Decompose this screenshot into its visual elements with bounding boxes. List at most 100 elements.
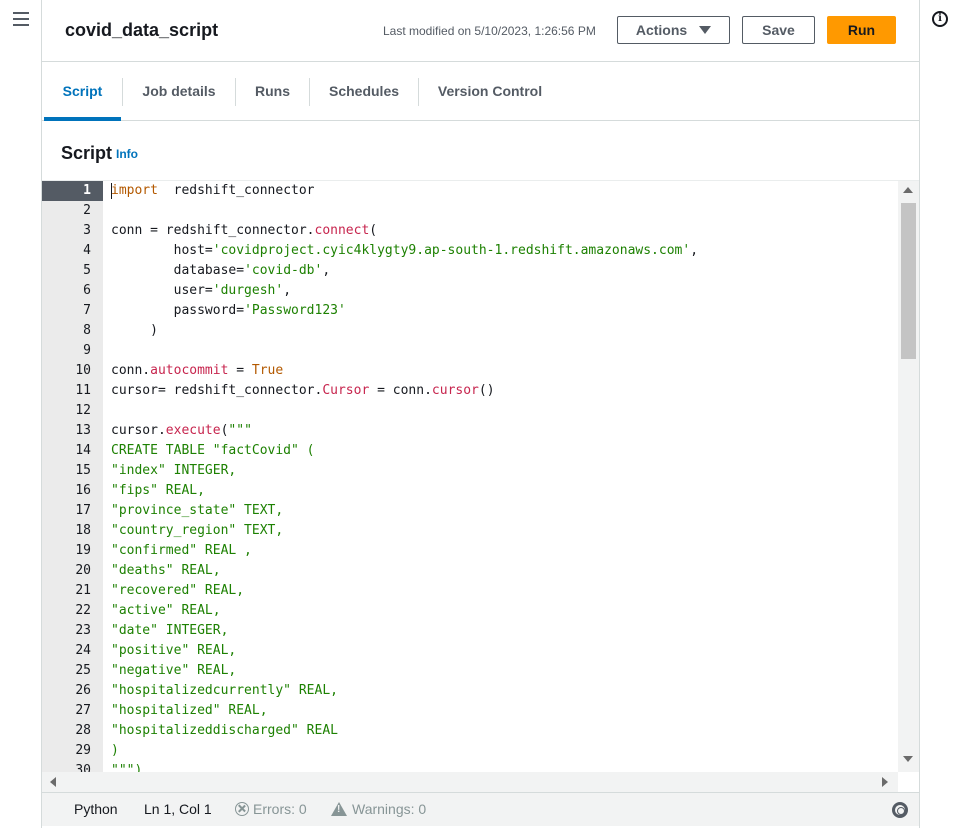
code-line[interactable]: "confirmed" REAL ,: [103, 541, 898, 561]
main-panel: covid_data_script Last modified on 5/10/…: [42, 0, 919, 828]
code-line[interactable]: [103, 341, 898, 361]
errors-count: Errors: 0: [253, 801, 307, 817]
gear-icon[interactable]: [892, 802, 908, 818]
code-line[interactable]: database='covid-db',: [103, 261, 898, 281]
code-token: execute: [165, 423, 221, 438]
code-line[interactable]: conn = redshift_connector.connect(: [103, 221, 898, 241]
last-modified-text: Last modified on 5/10/2023, 1:26:56 PM: [383, 24, 596, 38]
code-token: "country_region" TEXT,: [111, 523, 284, 538]
line-number: 1: [42, 181, 103, 201]
code-editor[interactable]: 1 2 3 4 5 6 7 8 9 10 11 12 13 14 15 16 17 18 19 20 21 22 23 24 2…: [42, 180, 919, 772]
line-number: 29: [75, 743, 91, 758]
line-number: 24: [75, 643, 91, 658]
code-token: "fips" REAL,: [111, 483, 205, 498]
code-line[interactable]: "active" REAL,: [103, 601, 898, 621]
code-line[interactable]: "index" INTEGER,: [103, 461, 898, 481]
scroll-right-icon[interactable]: [882, 777, 888, 787]
line-number: 2: [83, 203, 91, 218]
code-line[interactable]: "hospitalized" REAL,: [103, 701, 898, 721]
code-token: password=: [111, 303, 245, 318]
code-line[interactable]: host='covidproject.cyic4klygty9.ap-south…: [103, 241, 898, 261]
actions-dropdown-button[interactable]: Actions: [617, 16, 730, 44]
tab-job-details[interactable]: Job details: [124, 62, 234, 120]
tab-script[interactable]: Script: [44, 62, 121, 121]
line-number: 12: [75, 403, 91, 418]
language-indicator: Python: [74, 801, 118, 817]
code-line[interactable]: ): [103, 741, 898, 761]
save-button[interactable]: Save: [742, 16, 815, 44]
errors-indicator[interactable]: Errors: 0: [235, 801, 307, 817]
code-token: "hospitalizedcurrently" REAL,: [111, 683, 338, 698]
code-token: =: [228, 363, 252, 378]
code-token: 'durgesh': [212, 283, 284, 298]
code-token: "positive" REAL,: [111, 643, 237, 658]
code-token: "active" REAL,: [111, 603, 221, 618]
vertical-scrollbar[interactable]: [898, 181, 919, 772]
code-line[interactable]: "hospitalizeddischarged" REAL: [103, 721, 898, 741]
tab-runs[interactable]: Runs: [237, 62, 308, 120]
warnings-indicator[interactable]: Warnings: 0: [331, 801, 426, 817]
code-token: ): [111, 743, 119, 758]
code-token: "confirmed" REAL ,: [111, 543, 252, 558]
tab-version-control[interactable]: Version Control: [420, 62, 560, 120]
code-token: CREATE TABLE "factCovid" (: [111, 443, 315, 458]
line-number: 21: [75, 583, 91, 598]
code-line[interactable]: cursor= redshift_connector.Cursor = conn…: [103, 381, 898, 401]
line-number: 23: [75, 623, 91, 638]
code-token: 'Password123': [244, 303, 346, 318]
info-icon[interactable]: i: [932, 11, 948, 27]
code-line[interactable]: conn.autocommit = True: [103, 361, 898, 381]
warnings-count: Warnings: 0: [352, 801, 427, 817]
code-text-area[interactable]: import redshift_connectorconn = redshift…: [103, 181, 898, 772]
scroll-up-icon[interactable]: [903, 187, 913, 193]
code-line[interactable]: "recovered" REAL,: [103, 581, 898, 601]
code-line[interactable]: "country_region" TEXT,: [103, 521, 898, 541]
line-number: 6: [83, 283, 91, 298]
code-line[interactable]: "fips" REAL,: [103, 481, 898, 501]
code-token: cursor.: [111, 423, 166, 438]
code-line[interactable]: cursor.execute(""": [103, 421, 898, 441]
code-line[interactable]: """): [103, 761, 898, 772]
tab-schedules[interactable]: Schedules: [311, 62, 417, 120]
code-line[interactable]: ): [103, 321, 898, 341]
code-token: "province_state" TEXT,: [111, 503, 284, 518]
code-line[interactable]: "province_state" TEXT,: [103, 501, 898, 521]
code-line[interactable]: "negative" REAL,: [103, 661, 898, 681]
info-link[interactable]: Info: [116, 147, 138, 161]
code-token: user=: [111, 283, 213, 298]
code-token: conn = redshift_connector.: [111, 223, 315, 238]
code-line[interactable]: "hospitalizedcurrently" REAL,: [103, 681, 898, 701]
script-section-header: Script Info: [42, 121, 919, 181]
code-token: "index" INTEGER,: [111, 463, 237, 478]
code-line[interactable]: user='durgesh',: [103, 281, 898, 301]
line-number: 18: [75, 523, 91, 538]
code-line[interactable]: "deaths" REAL,: [103, 561, 898, 581]
code-line[interactable]: password='Password123': [103, 301, 898, 321]
code-token: """): [111, 763, 143, 772]
line-number: 7: [83, 303, 91, 318]
line-number: 11: [75, 383, 91, 398]
code-token: True: [251, 363, 284, 378]
line-number-gutter: 1 2 3 4 5 6 7 8 9 10 11 12 13 14 15 16 17 18 19 20 21 22 23 24 2…: [42, 181, 103, 772]
vertical-scroll-thumb[interactable]: [901, 203, 916, 359]
run-button[interactable]: Run: [827, 16, 896, 44]
code-token: (: [369, 223, 378, 238]
hamburger-icon[interactable]: [13, 12, 29, 26]
code-token: database=: [111, 263, 245, 278]
horizontal-scrollbar[interactable]: [42, 772, 898, 792]
actions-label: Actions: [635, 22, 688, 38]
line-number: 13: [75, 423, 91, 438]
code-token: redshift_connector: [157, 183, 315, 198]
tab-bar: Script Job details Runs Schedules Versio…: [42, 62, 919, 121]
code-line[interactable]: import redshift_connector: [103, 181, 898, 201]
scroll-left-icon[interactable]: [50, 777, 56, 787]
code-token: (): [478, 383, 495, 398]
code-line[interactable]: CREATE TABLE "factCovid" (: [103, 441, 898, 461]
code-line[interactable]: [103, 201, 898, 221]
code-line[interactable]: "positive" REAL,: [103, 641, 898, 661]
line-number: 26: [75, 683, 91, 698]
code-token: ,: [283, 283, 292, 298]
scroll-down-icon[interactable]: [903, 756, 913, 762]
code-line[interactable]: [103, 401, 898, 421]
code-line[interactable]: "date" INTEGER,: [103, 621, 898, 641]
